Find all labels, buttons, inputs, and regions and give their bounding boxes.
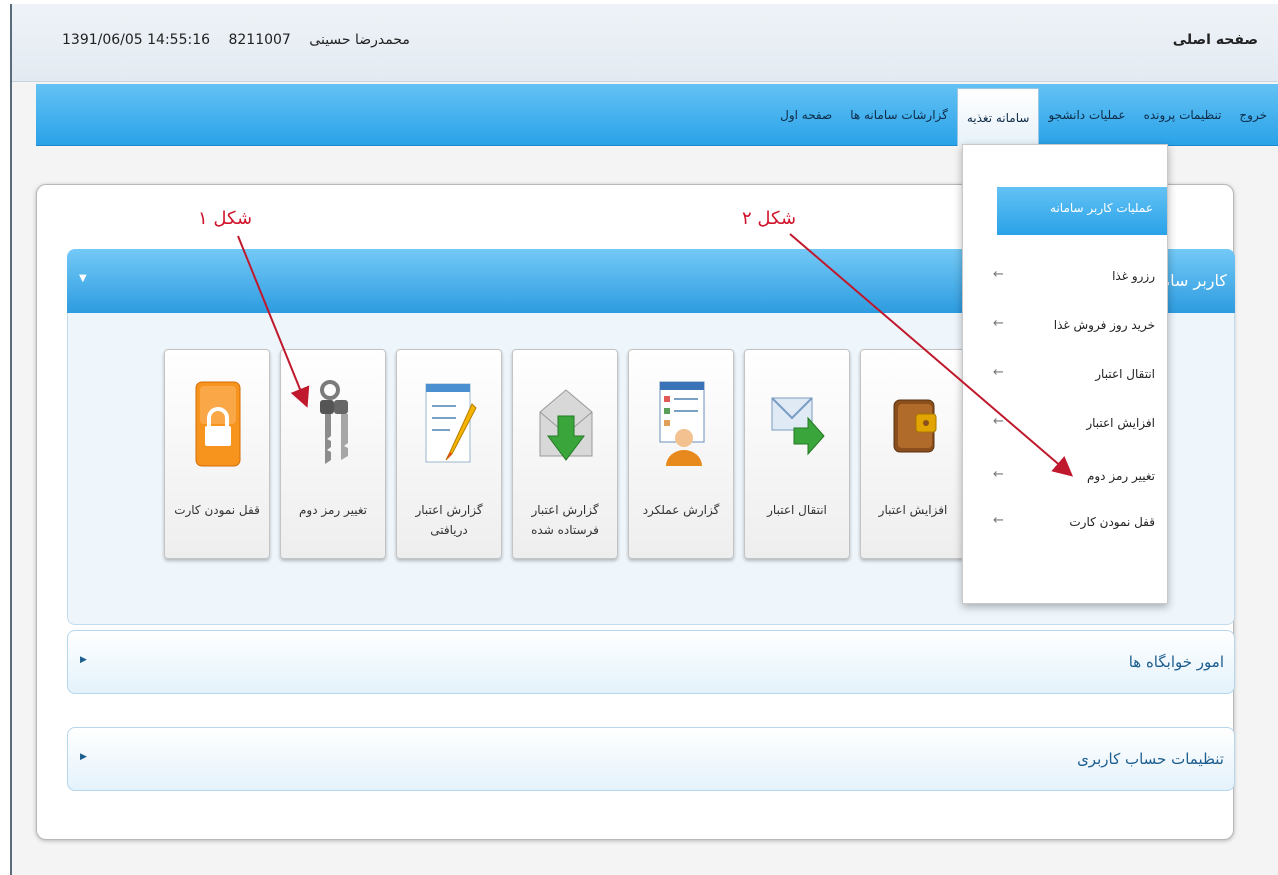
- menu-item-label: رزرو غذا: [1112, 269, 1155, 283]
- envelope-download-icon: [539, 389, 593, 461]
- menu-item-label: خرید روز فروش غذا: [1053, 318, 1155, 332]
- menu-item-increase-credit[interactable]: افزایش اعتبار ←: [963, 410, 1169, 438]
- keys-icon: [320, 380, 348, 464]
- nav-system-reports[interactable]: گزارشات سامانه ها: [841, 84, 957, 146]
- expand-caret-icon: ▶: [80, 752, 87, 762]
- tile-transfer-credit[interactable]: انتقال اعتبار: [744, 349, 850, 559]
- app-window: 1391/06/05 14:55:16 8211007 محمدرضا حسین…: [10, 4, 1278, 875]
- nav-home[interactable]: صفحه اول: [771, 84, 841, 146]
- page-title: صفحه اصلی: [1172, 32, 1258, 48]
- menu-item-label: انتقال اعتبار: [1095, 367, 1155, 381]
- menu-item-change-second-password[interactable]: تغییر رمز دوم ←: [963, 463, 1169, 491]
- user-name: محمدرضا حسینی: [309, 32, 410, 48]
- tile-received-credit-report[interactable]: گزارش اعتبار دریافتی: [396, 349, 502, 559]
- menu-item-food-reservation[interactable]: رزرو غذا ←: [963, 263, 1169, 291]
- tile-increase-credit[interactable]: افزایش اعتبار: [860, 349, 966, 559]
- lock-icon: [195, 381, 241, 467]
- section-title: امور خوابگاه ها: [1128, 653, 1224, 671]
- arrow-left-icon: ←: [993, 365, 1004, 380]
- user-id: 8211007: [228, 32, 291, 48]
- dropdown-heading: عملیات کاربر سامانه: [997, 187, 1167, 235]
- arrow-left-icon: ←: [993, 414, 1004, 429]
- section-account-settings-header[interactable]: ▶ تنظیمات حساب کاربری: [67, 727, 1235, 791]
- arrow-left-icon: ←: [993, 267, 1004, 282]
- datetime: 1391/06/05 14:55:16: [62, 32, 211, 48]
- tile-label: گزارش اعتبار فرستاده شده: [531, 503, 599, 537]
- person-report-icon: [659, 381, 705, 466]
- menu-item-transfer-credit[interactable]: انتقال اعتبار ←: [963, 361, 1169, 389]
- tile-sent-credit-report[interactable]: گزارش اعتبار فرستاده شده: [512, 349, 618, 559]
- menu-item-buy-sale-day-food[interactable]: خرید روز فروش غذا ←: [963, 312, 1169, 340]
- nutrition-dropdown-menu: عملیات کاربر سامانه رزرو غذا ← خرید روز …: [962, 144, 1168, 604]
- nav-file-settings[interactable]: تنظیمات پرونده: [1135, 84, 1231, 146]
- nav-nutrition-system[interactable]: سامانه تغذیه: [956, 88, 1040, 146]
- arrow-left-icon: ←: [993, 316, 1004, 331]
- tile-label: انتقال اعتبار: [767, 503, 827, 517]
- nav-student-operations[interactable]: عملیات دانشجو: [1039, 84, 1134, 146]
- tile-label: افزایش اعتبار: [878, 503, 948, 517]
- top-header: 1391/06/05 14:55:16 8211007 محمدرضا حسین…: [12, 4, 1278, 82]
- section-dormitory-header[interactable]: ▶ امور خوابگاه ها: [67, 630, 1235, 694]
- expand-caret-icon: ▶: [80, 655, 87, 665]
- tile-lock-card[interactable]: قفل نمودن کارت: [164, 349, 270, 559]
- annotation-figure-1: شکل ۱: [198, 208, 253, 229]
- menu-item-label: افزایش اعتبار: [1086, 416, 1155, 430]
- annotation-figure-2: شکل ۲: [742, 208, 797, 229]
- collapse-caret-icon: ▼: [79, 273, 87, 284]
- tile-change-second-password[interactable]: تغییر رمز دوم: [280, 349, 386, 559]
- notepad-pencil-icon: [425, 383, 477, 463]
- menu-item-label: قفل نمودن کارت: [1069, 515, 1155, 529]
- tile-performance-report[interactable]: گزارش عملکرد: [628, 349, 734, 559]
- wallet-icon: [893, 399, 937, 453]
- main-nav: صفحه اول گزارشات سامانه ها سامانه تغذیه …: [771, 84, 1278, 146]
- tile-label: گزارش عملکرد: [642, 503, 720, 517]
- tile-label: تغییر رمز دوم: [298, 503, 368, 517]
- menu-item-lock-card[interactable]: قفل نمودن کارت ←: [963, 509, 1169, 537]
- main-nav-bar: صفحه اول گزارشات سامانه ها سامانه تغذیه …: [36, 84, 1278, 146]
- mail-forward-icon: [771, 397, 825, 456]
- user-info: 1391/06/05 14:55:16 8211007 محمدرضا حسین…: [62, 32, 424, 48]
- menu-item-label: تغییر رمز دوم: [1086, 469, 1155, 483]
- tile-label: گزارش اعتبار دریافتی: [415, 503, 483, 537]
- tile-label: قفل نمودن کارت: [174, 503, 260, 517]
- nav-logout[interactable]: خروج: [1230, 84, 1276, 146]
- arrow-left-icon: ←: [993, 513, 1004, 528]
- section-title: تنظیمات حساب کاربری: [1077, 750, 1224, 768]
- arrow-left-icon: ←: [993, 467, 1004, 482]
